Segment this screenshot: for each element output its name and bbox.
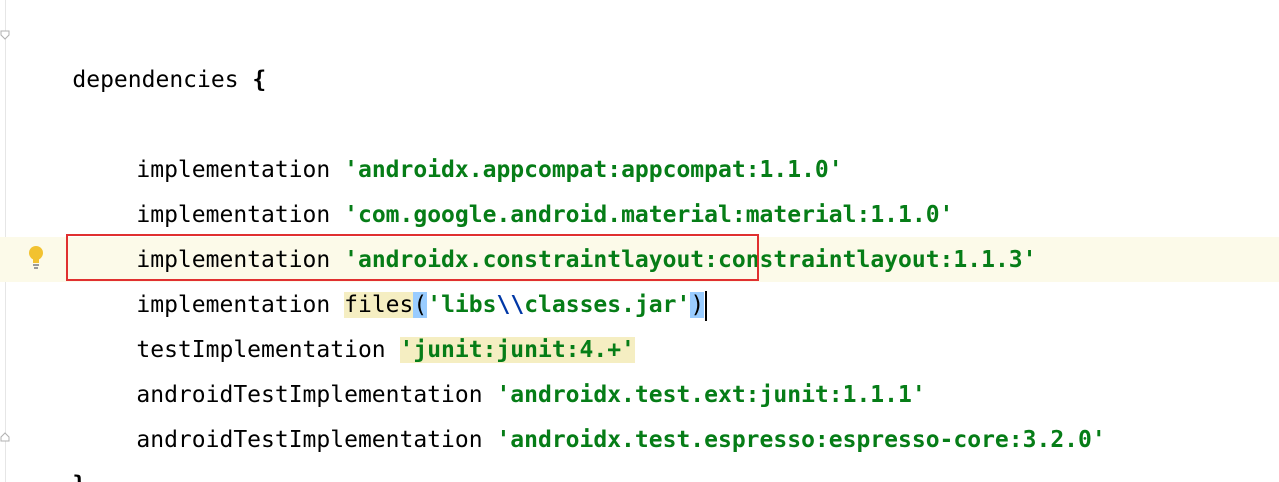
highlight-box [66, 234, 759, 281]
code-line-1[interactable]: implementation 'androidx.appcompat:appco… [81, 103, 842, 183]
text-caret [705, 290, 708, 321]
config-keyword: androidTestImplementation [136, 427, 483, 453]
dependencies-keyword: dependencies [72, 67, 239, 93]
code-line-2[interactable]: implementation 'com.google.android.mater… [81, 148, 953, 228]
open-brace: { [252, 67, 267, 93]
code-line-header[interactable]: dependencies { [17, 13, 266, 93]
code-line-7[interactable]: androidTestImplementation 'androidx.test… [81, 373, 1105, 453]
code-line-5[interactable]: testImplementation 'junit:junit:4.+' [81, 283, 635, 363]
lightbulb-icon[interactable] [26, 244, 46, 270]
code-editor[interactable]: dependencies { implementation 'androidx.… [0, 0, 1279, 482]
code-line-6[interactable]: androidTestImplementation 'androidx.test… [81, 328, 925, 408]
dependency-string: 'androidx.test.espresso:espresso-core:3.… [496, 427, 1106, 453]
close-brace: } [72, 472, 86, 482]
paren-close: ) [690, 292, 705, 318]
fold-start-icon[interactable] [0, 30, 10, 40]
code-line-3[interactable]: implementation 'androidx.constraintlayou… [81, 193, 1036, 273]
code-line-footer[interactable]: } [17, 418, 86, 482]
fold-end-icon[interactable] [0, 432, 10, 442]
